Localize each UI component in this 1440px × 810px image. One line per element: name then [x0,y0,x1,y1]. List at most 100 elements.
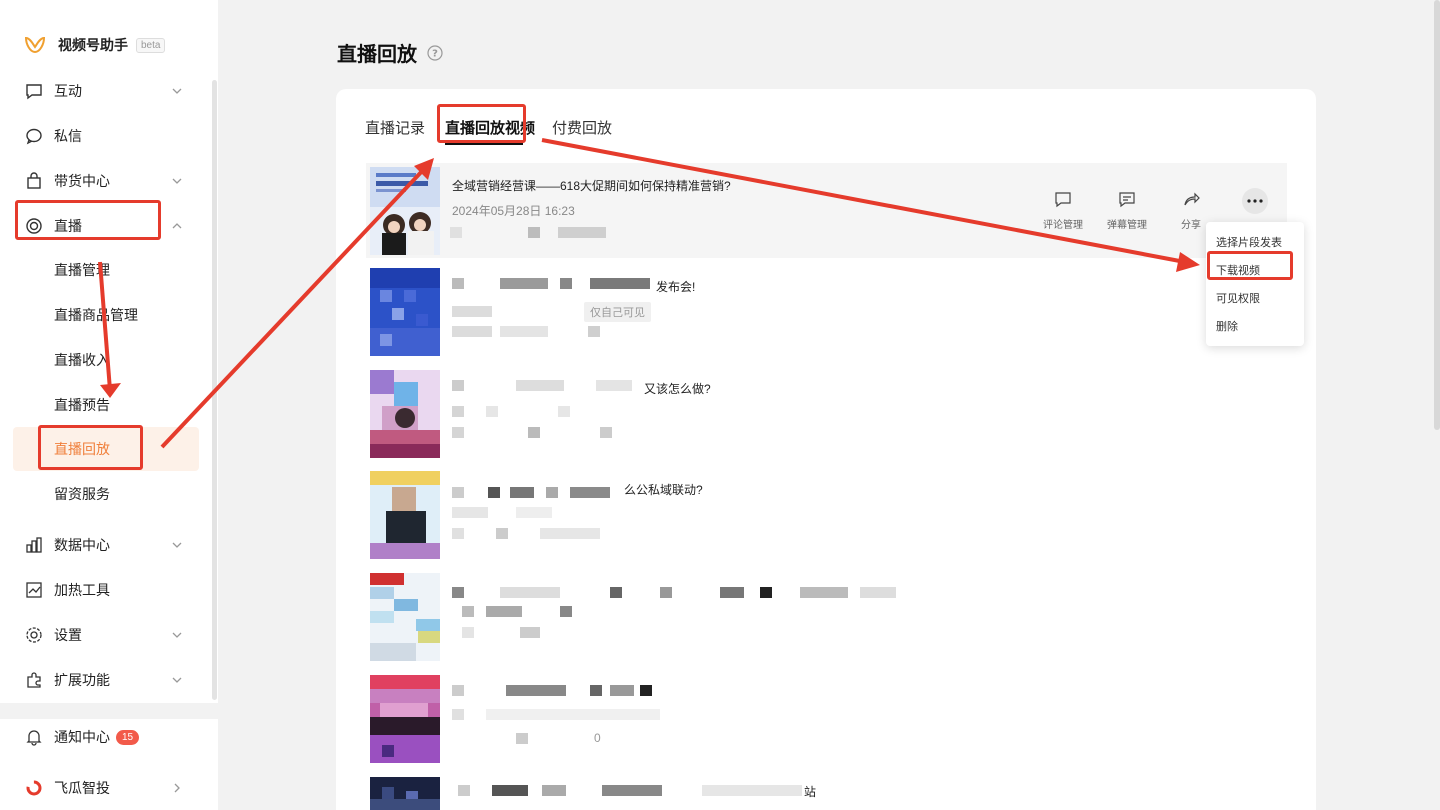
tab-paid-replay[interactable]: 付费回放 [552,117,612,138]
video-thumbnail[interactable] [370,573,440,661]
page-scrollbar[interactable] [1434,0,1440,430]
sidebar-subitem-live-preview[interactable]: 直播预告 [54,393,110,417]
blurred-text [462,606,474,617]
sidebar-item-label: 加热工具 [54,582,110,598]
blurred-text [588,326,600,337]
comment-manage-button[interactable]: 评论管理 [1038,190,1088,231]
sidebar-item-label: 通知中心 [54,729,110,745]
sidebar-divider [0,703,218,719]
video-thumbnail[interactable] [370,471,440,559]
trend-icon [24,580,44,600]
list-item[interactable]: 站 [366,773,1287,810]
blurred-text [500,587,560,598]
tab-underline [445,143,523,145]
sidebar-subitem-live-income[interactable]: 直播收入 [54,348,110,372]
sidebar-item-label: 设置 [54,627,82,643]
blurred-text [486,406,498,417]
blurred-text [450,227,462,238]
video-thumbnail[interactable] [370,370,440,458]
sidebar-item-interaction[interactable]: 互动 [24,76,194,106]
more-dropdown-menu: 选择片段发表 下载视频 可见权限 删除 [1206,222,1304,346]
blurred-text [542,785,566,796]
bar-chart-icon [24,535,44,555]
bell-icon [24,727,44,747]
blurred-text [496,528,508,539]
chevron-down-icon [172,632,182,638]
chevron-down-icon [172,88,182,94]
blurred-text [510,487,534,498]
sidebar-item-notifications[interactable]: 通知中心 15 [24,722,194,752]
blurred-text [560,606,572,617]
video-thumbnail[interactable] [370,268,440,356]
sidebar-scrollbar[interactable] [212,80,217,700]
blurred-text [540,528,600,539]
sidebar-item-settings[interactable]: 设置 [24,620,194,650]
sidebar-item-data-center[interactable]: 数据中心 [24,530,194,560]
list-item[interactable]: 又该怎么做? [366,366,1287,461]
tab-replay-videos[interactable]: 直播回放视频 [445,117,535,138]
blurred-text [640,685,652,696]
tab-live-records[interactable]: 直播记录 [365,117,425,138]
menu-item-select-clip[interactable]: 选择片段发表 [1216,234,1282,250]
list-item[interactable] [366,569,1287,664]
help-icon[interactable]: ? [427,44,443,61]
sidebar-item-label: 数据中心 [54,537,110,553]
sidebar-item-boost-tools[interactable]: 加热工具 [24,575,194,605]
blurred-text [558,227,606,238]
blurred-text [516,380,564,391]
puzzle-icon [24,670,44,690]
sidebar-item-extensions[interactable]: 扩展功能 [24,665,194,695]
logo-icon [24,36,46,54]
sidebar-item-commerce[interactable]: 带货中心 [24,166,194,196]
chevron-down-icon [172,178,182,184]
danmaku-manage-button[interactable]: 弹幕管理 [1102,190,1152,231]
blurred-text [600,427,612,438]
sidebar-item-feigua[interactable]: 飞瓜智投 [24,773,194,803]
danmaku-manage-label: 弹幕管理 [1107,220,1147,231]
sidebar-item-label: 私信 [54,128,82,144]
list-item[interactable]: 发布会! 仅自己可见 [366,264,1287,359]
blurred-text [452,380,464,391]
blurred-text [452,709,464,720]
blurred-text [520,627,540,638]
sidebar-subitem-live-products[interactable]: 直播商品管理 [54,303,138,327]
menu-item-delete[interactable]: 删除 [1216,318,1238,334]
chevron-up-icon [172,223,182,229]
blurred-text [546,487,558,498]
blurred-text [860,587,896,598]
danmaku-icon [1119,192,1135,208]
sidebar-item-live[interactable]: 直播 [24,211,194,241]
live-icon [24,216,44,236]
blurred-text [570,487,610,498]
sidebar-item-messages[interactable]: 私信 [24,121,194,151]
sidebar-subitem-lead-service[interactable]: 留资服务 [54,482,110,506]
sidebar-subitem-live-replay[interactable]: 直播回放 [54,437,110,461]
blurred-text [452,427,464,438]
sidebar-item-label: 带货中心 [54,173,110,189]
blurred-text [800,587,848,598]
menu-item-visibility[interactable]: 可见权限 [1216,290,1260,306]
blurred-text [610,587,622,598]
blurred-text [516,507,552,518]
blurred-text [720,587,744,598]
share-label: 分享 [1181,220,1201,231]
comment-manage-label: 评论管理 [1043,220,1083,231]
blurred-text [452,306,492,317]
video-title: 发布会! [656,280,696,294]
blurred-text [560,278,572,289]
blurred-text [452,406,464,417]
blurred-text [452,587,464,598]
app-name: 视频号助手 [58,37,128,53]
video-thumbnail[interactable] [370,777,440,810]
menu-item-download-video[interactable]: 下载视频 [1216,262,1260,278]
list-item[interactable]: 么公私域联动? [366,467,1287,562]
video-thumbnail[interactable] [370,167,440,255]
blurred-text [452,507,488,518]
blurred-text [590,278,650,289]
more-button[interactable] [1242,188,1268,214]
video-thumbnail[interactable] [370,675,440,763]
sidebar-item-label: 直播 [54,218,82,234]
list-item[interactable]: 0 [366,671,1287,766]
sidebar-subitem-live-manage[interactable]: 直播管理 [54,258,110,282]
sidebar-item-label: 飞瓜智投 [54,780,110,796]
